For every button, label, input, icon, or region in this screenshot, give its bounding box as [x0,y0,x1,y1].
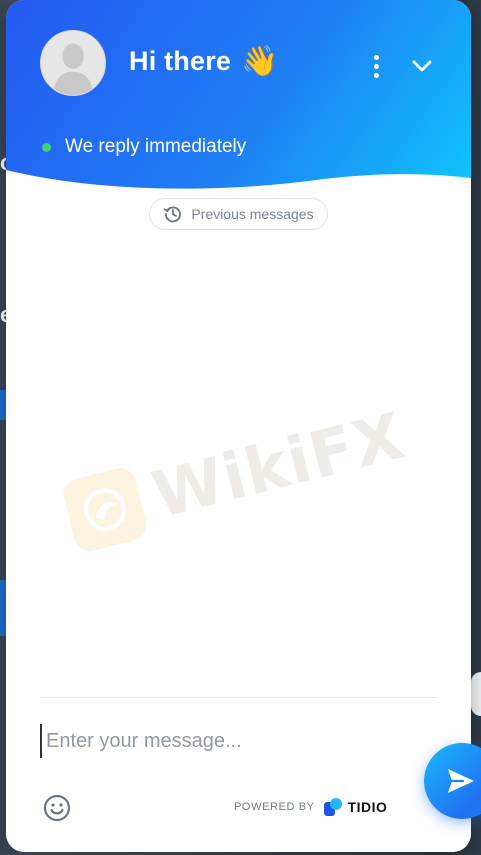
powered-by-label: POWERED BY [234,801,315,813]
chevron-down-icon[interactable] [408,52,436,80]
more-vertical-icon[interactable] [364,50,388,82]
message-input[interactable] [40,724,420,758]
status-text: We reply immediately [65,136,247,157]
previous-messages-label: Previous messages [191,206,314,222]
previous-messages-button[interactable]: Previous messages [149,198,328,230]
powered-by[interactable]: POWERED BY TIDIO [234,797,387,817]
chat-title: Hi there 👋 [129,44,279,79]
composer-divider [40,697,437,698]
watermark-text: WikiFX [145,399,412,534]
chat-header: Hi there 👋 We reply immediately [6,0,471,200]
background-partial-button [471,672,481,716]
tidio-brand-text: TIDIO [347,799,388,815]
watermark: WikiFX [60,399,412,555]
chat-title-text: Hi there [129,46,232,76]
smiley-icon[interactable] [42,793,72,823]
history-icon [164,206,182,223]
avatar-placeholder-icon [41,31,105,95]
chat-widget: Hi there 👋 We reply immediately Previous… [6,0,471,852]
online-status-dot [42,142,51,152]
availability-status: We reply immediately [42,136,246,158]
tidio-logo-icon [323,798,342,816]
waving-hand-icon: 👋 [241,44,279,79]
header-wave-edge [6,170,471,200]
watermark-logo [60,464,150,555]
agent-avatar [40,30,106,96]
send-icon [448,769,474,793]
tidio-logo: TIDIO [323,797,388,817]
